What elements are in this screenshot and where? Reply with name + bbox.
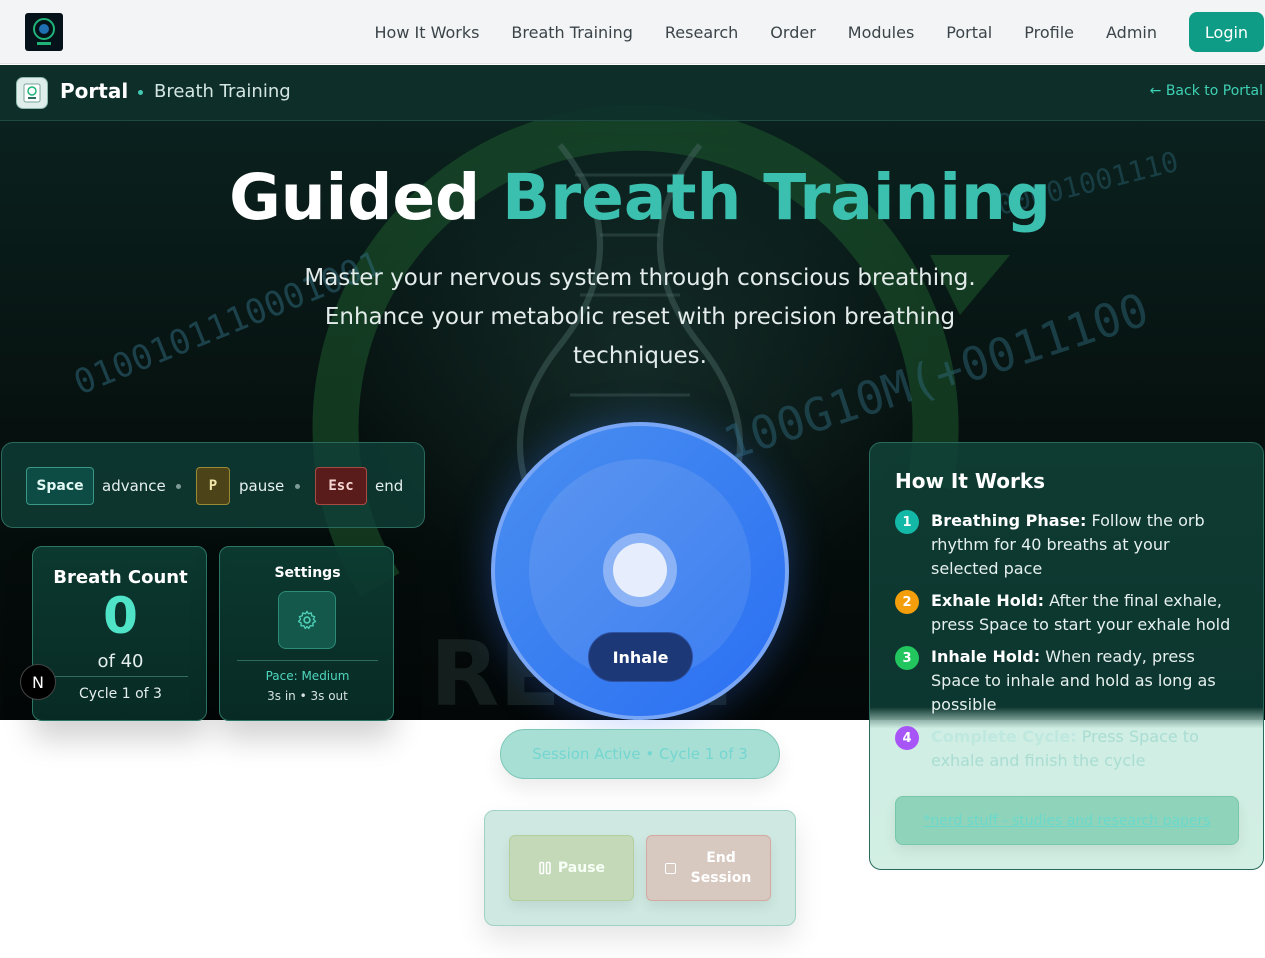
step-title: Inhale Hold: bbox=[931, 647, 1041, 666]
step-number: 1 bbox=[895, 510, 919, 534]
nav-order[interactable]: Order bbox=[770, 23, 815, 42]
step-title: Exhale Hold: bbox=[931, 591, 1045, 610]
research-papers-link[interactable]: *nerd stuff - studies and research paper… bbox=[923, 813, 1210, 829]
settings-card: Settings Pace: Medium 3s in • 3s out bbox=[219, 546, 394, 721]
breath-count-title: Breath Count bbox=[53, 567, 188, 588]
breath-count-total: of 40 bbox=[97, 651, 144, 672]
pause-button-label: Pause bbox=[557, 860, 606, 876]
p-key: P bbox=[196, 467, 230, 505]
title-accent: Breath Training bbox=[502, 161, 1051, 234]
nav-modules[interactable]: Modules bbox=[848, 23, 915, 42]
portal-title: Portal bbox=[60, 79, 129, 103]
nav-portal[interactable]: Portal bbox=[946, 23, 992, 42]
esc-key-label: end bbox=[375, 477, 404, 495]
nav-breath-training[interactable]: Breath Training bbox=[511, 23, 632, 42]
step-number: 4 bbox=[895, 726, 919, 750]
shortcut-separator bbox=[295, 484, 300, 489]
settings-title: Settings bbox=[274, 565, 341, 581]
settings-button[interactable] bbox=[278, 591, 336, 649]
breath-count-value: 0 bbox=[103, 587, 138, 645]
cycle-indicator: Cycle 1 of 3 bbox=[79, 686, 162, 702]
nav-profile[interactable]: Profile bbox=[1024, 23, 1074, 42]
dev-tools-badge[interactable]: N bbox=[20, 664, 56, 700]
step-text: Breathing Phase: Follow the orb rhythm f… bbox=[931, 509, 1241, 581]
top-navbar: How It Works Breath Training Research Or… bbox=[0, 0, 1265, 64]
rhythm-value: 3s in • 3s out bbox=[267, 689, 348, 703]
end-session-button[interactable]: End Session bbox=[646, 835, 771, 901]
step-text: Inhale Hold: When ready, press Space to … bbox=[931, 645, 1241, 717]
divider bbox=[237, 660, 378, 661]
portal-icon bbox=[16, 77, 48, 109]
end-session-label: End Session bbox=[690, 850, 752, 886]
nav-admin[interactable]: Admin bbox=[1106, 23, 1157, 42]
divider bbox=[53, 676, 188, 677]
title-main: Guided bbox=[229, 161, 481, 234]
how-it-works-title: How It Works bbox=[895, 469, 1046, 493]
page-subtitle: Master your nervous system through consc… bbox=[304, 265, 976, 369]
orb-core bbox=[613, 543, 667, 597]
step-number: 3 bbox=[895, 646, 919, 670]
nav-research[interactable]: Research bbox=[665, 23, 738, 42]
breadcrumb-separator bbox=[138, 90, 143, 95]
login-button[interactable]: Login bbox=[1189, 12, 1264, 52]
step-text: Exhale Hold: After the final exhale, pre… bbox=[931, 589, 1241, 637]
how-it-works-panel: How It Works 1 Breathing Phase: Follow t… bbox=[869, 442, 1264, 870]
nav-links: How It Works Breath Training Research Or… bbox=[343, 0, 1158, 64]
esc-key: Esc bbox=[315, 467, 367, 505]
pause-icon bbox=[539, 861, 551, 875]
research-papers-button[interactable]: *nerd stuff - studies and research paper… bbox=[895, 796, 1239, 845]
shortcut-separator bbox=[176, 484, 181, 489]
keyboard-shortcuts: Space advance P pause Esc end bbox=[1, 442, 425, 528]
back-to-portal-link[interactable]: ← Back to Portal bbox=[1150, 83, 1263, 99]
space-key: Space bbox=[26, 467, 94, 505]
breath-count-card: Breath Count 0 of 40 Cycle 1 of 3 bbox=[32, 546, 207, 721]
pause-button[interactable]: Pause bbox=[509, 835, 634, 901]
step-title: Breathing Phase: bbox=[931, 511, 1087, 530]
breadcrumb-current: Breath Training bbox=[154, 81, 291, 102]
space-key-label: advance bbox=[102, 477, 166, 495]
portal-subheader: Portal Breath Training ← Back to Portal bbox=[0, 65, 1265, 121]
logo[interactable] bbox=[25, 13, 63, 51]
gear-icon bbox=[297, 610, 317, 630]
session-status: Session Active • Cycle 1 of 3 bbox=[500, 729, 780, 779]
nav-how-it-works[interactable]: How It Works bbox=[375, 23, 480, 42]
p-key-label: pause bbox=[239, 477, 285, 495]
step-text: Complete Cycle: Press Space to exhale an… bbox=[931, 725, 1241, 773]
pace-value: Pace: Medium bbox=[265, 669, 350, 683]
stop-icon bbox=[665, 862, 676, 874]
page-title: Guided Breath Training bbox=[0, 160, 1265, 236]
step-title: Complete Cycle: bbox=[931, 727, 1077, 746]
step-number: 2 bbox=[895, 590, 919, 614]
phase-indicator: Inhale bbox=[588, 632, 693, 682]
